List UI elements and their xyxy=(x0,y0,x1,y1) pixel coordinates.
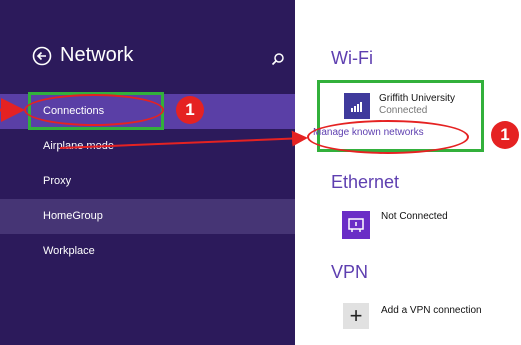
wifi-network-name[interactable]: Griffith University xyxy=(379,93,455,104)
add-vpn-label[interactable]: Add a VPN connection xyxy=(381,305,482,316)
sidebar-item-airplane-mode[interactable]: Airplane mode xyxy=(0,129,295,164)
connections-red-ellipse xyxy=(24,94,164,126)
ethernet-icon[interactable] xyxy=(342,211,370,239)
network-sidebar: Network Connections Airplane mode Proxy … xyxy=(0,0,295,345)
sidebar-item-homegroup[interactable]: HomeGroup xyxy=(0,199,295,234)
sidebar-item-proxy[interactable]: Proxy xyxy=(0,164,295,199)
vpn-section-title: VPN xyxy=(331,262,369,282)
plus-icon: + xyxy=(349,303,363,328)
network-content: Wi-Fi Griffith University Connected Mana… xyxy=(295,0,521,345)
ethernet-status: Not Connected xyxy=(381,211,448,222)
wifi-network-status: Connected xyxy=(379,105,428,116)
search-icon[interactable] xyxy=(270,51,286,67)
sidebar-item-workplace[interactable]: Workplace xyxy=(0,234,295,269)
back-arrow-icon[interactable] xyxy=(32,46,52,66)
add-vpn-button[interactable]: + xyxy=(343,303,369,329)
step-badge-connections: 1 xyxy=(176,96,204,124)
manage-red-ellipse xyxy=(307,120,469,154)
ethernet-section-title: Ethernet xyxy=(331,172,400,192)
step-badge-manage: 1 xyxy=(491,121,519,149)
sidebar-header: Network xyxy=(32,44,133,67)
page-title: Network xyxy=(60,44,134,66)
wifi-section-title: Wi-Fi xyxy=(331,48,373,68)
wifi-signal-icon[interactable] xyxy=(344,93,370,119)
